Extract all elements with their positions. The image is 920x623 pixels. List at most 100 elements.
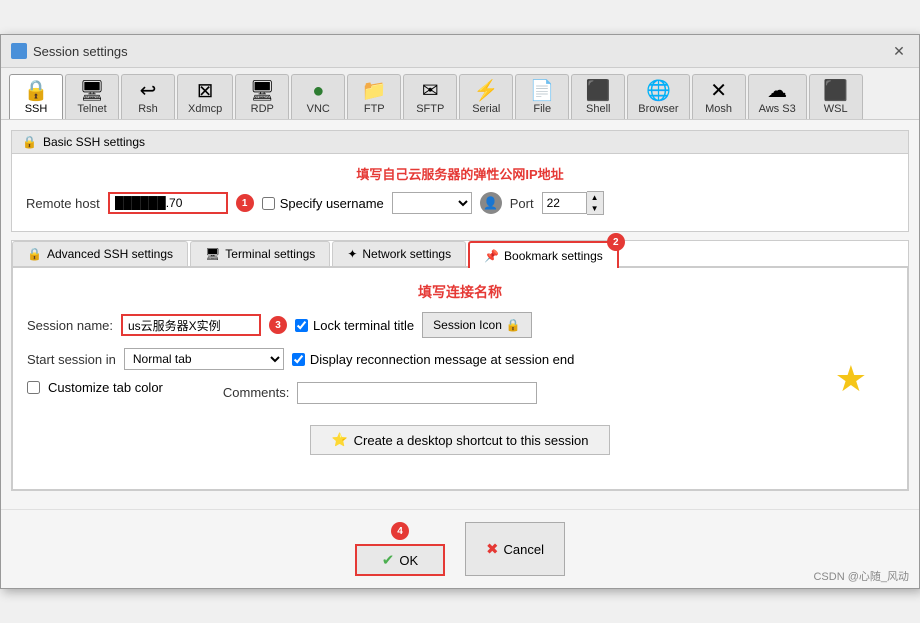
tab-ftp[interactable]: 📁 FTP xyxy=(347,74,401,119)
bookmark-hint: 填写连接名称 xyxy=(27,282,893,302)
tab-wsl[interactable]: ⬛ WSL xyxy=(809,74,863,119)
step2-badge: 2 xyxy=(607,233,625,251)
tab-shell-label: Shell xyxy=(586,103,610,115)
tab-sftp-label: SFTP xyxy=(416,103,444,115)
tab-file-label: File xyxy=(533,103,551,115)
customize-tab-color-label: Customize tab color xyxy=(48,380,163,395)
remote-host-input[interactable] xyxy=(108,192,228,214)
ok-icon: ✔ xyxy=(382,551,395,569)
tab-rsh-label: Rsh xyxy=(138,103,158,115)
tab-rdp-label: RDP xyxy=(251,103,274,115)
ssh-icon: 🔒 xyxy=(24,81,49,101)
tab-telnet-label: Telnet xyxy=(77,103,106,115)
shortcut-button[interactable]: ⭐ Create a desktop shortcut to this sess… xyxy=(310,425,609,455)
tab-terminal[interactable]: 🖥 Terminal settings xyxy=(190,241,330,266)
session-name-input[interactable] xyxy=(121,314,261,336)
protocol-tabs: 🔒 SSH 🖥 Telnet ↩ Rsh ⊠ Xdmcp 🖥 RDP ● VNC… xyxy=(1,68,919,120)
tab-telnet[interactable]: 🖥 Telnet xyxy=(65,74,119,119)
tab-ssh-label: SSH xyxy=(25,103,48,115)
bookmark-icon: 📌 xyxy=(484,249,499,263)
port-decrement-button[interactable]: ▼ xyxy=(587,203,603,214)
customize-tab-color-checkbox[interactable] xyxy=(27,381,40,394)
session-name-row: Session name: 3 Lock terminal title Sess… xyxy=(27,312,893,338)
basic-ssh-content: 填写自己云服务器的弹性公网IP地址 Remote host 1 Specify … xyxy=(12,154,908,231)
tab-mosh-label: Mosh xyxy=(705,103,732,115)
tab-file[interactable]: 📄 File xyxy=(515,74,569,119)
tab-ftp-label: FTP xyxy=(364,103,385,115)
sub-settings-group: 🔒 Advanced SSH settings 🖥 Terminal setti… xyxy=(11,240,909,491)
shortcut-icon: ⭐ xyxy=(331,432,347,448)
tab-awss3[interactable]: ☁ Aws S3 xyxy=(748,74,807,119)
port-increment-button[interactable]: ▲ xyxy=(587,192,603,203)
star-decoration: ★ xyxy=(835,358,867,400)
browser-icon: 🌐 xyxy=(646,81,671,101)
display-reconnection-checkbox[interactable] xyxy=(292,353,305,366)
tab-vnc[interactable]: ● VNC xyxy=(291,74,345,119)
port-spinner-buttons: ▲ ▼ xyxy=(587,191,604,215)
avatar-icon: 👤 xyxy=(480,192,502,214)
session-icon-label: Session Icon xyxy=(433,318,502,332)
tab-sftp[interactable]: ✉ SFTP xyxy=(403,74,457,119)
basic-ssh-hint: 填写自己云服务器的弹性公网IP地址 xyxy=(356,167,563,182)
cancel-button[interactable]: ✖ Cancel xyxy=(465,522,565,576)
mosh-icon: ✕ xyxy=(710,81,727,101)
content-area: 🔒 Basic SSH settings 填写自己云服务器的弹性公网IP地址 R… xyxy=(1,120,919,509)
session-icon-img: 🔒 xyxy=(506,318,521,332)
network-icon: ✦ xyxy=(347,247,357,261)
tab-rsh[interactable]: ↩ Rsh xyxy=(121,74,175,119)
port-label: Port xyxy=(510,196,534,211)
rdp-icon: 🖥 xyxy=(250,81,275,101)
basic-ssh-icon: 🔒 xyxy=(22,135,37,149)
display-reconnection-label: Display reconnection message at session … xyxy=(310,352,574,367)
tab-xdmcp[interactable]: ⊠ Xdmcp xyxy=(177,74,233,119)
tab-xdmcp-label: Xdmcp xyxy=(188,103,222,115)
port-input[interactable] xyxy=(542,192,587,214)
rsh-icon: ↩ xyxy=(140,81,157,101)
file-icon: 📄 xyxy=(530,81,555,101)
tab-bookmark[interactable]: 📌 Bookmark settings 2 xyxy=(468,241,619,268)
watermark: CSDN @心随_风动 xyxy=(813,568,909,584)
tab-network[interactable]: ✦ Network settings xyxy=(332,241,466,266)
tab-serial-label: Serial xyxy=(472,103,500,115)
specify-username-row: Specify username xyxy=(262,196,384,211)
tab-advanced-ssh[interactable]: 🔒 Advanced SSH settings xyxy=(12,241,188,266)
tab-awss3-label: Aws S3 xyxy=(759,103,796,115)
ok-button[interactable]: ✔ OK xyxy=(355,544,445,576)
lock-terminal-checkbox[interactable] xyxy=(295,319,308,332)
basic-ssh-group: 🔒 Basic SSH settings 填写自己云服务器的弹性公网IP地址 R… xyxy=(11,130,909,232)
advanced-ssh-icon: 🔒 xyxy=(27,247,42,261)
start-session-row: Start session in Normal tab Display reco… xyxy=(27,348,893,370)
tab-serial[interactable]: ⚡ Serial xyxy=(459,74,513,119)
start-session-select[interactable]: Normal tab xyxy=(124,348,284,370)
advanced-ssh-label: Advanced SSH settings xyxy=(47,247,173,261)
comments-input[interactable] xyxy=(297,382,537,404)
remote-host-row: Remote host 1 Specify username 👤 Port xyxy=(26,191,894,215)
lock-terminal-row: Lock terminal title xyxy=(295,318,414,333)
customize-row: Customize tab color xyxy=(27,380,163,395)
awss3-icon: ☁ xyxy=(767,81,787,101)
session-settings-window: Session settings ✕ 🔒 SSH 🖥 Telnet ↩ Rsh … xyxy=(0,34,920,589)
tab-vnc-label: VNC xyxy=(307,103,330,115)
specify-username-checkbox[interactable] xyxy=(262,197,275,210)
title-bar: Session settings ✕ xyxy=(1,35,919,68)
start-session-label: Start session in xyxy=(27,352,116,367)
sftp-icon: ✉ xyxy=(422,81,439,101)
tab-browser[interactable]: 🌐 Browser xyxy=(627,74,689,119)
vnc-icon: ● xyxy=(312,81,324,101)
title-bar-title: Session settings xyxy=(11,43,128,59)
tab-browser-label: Browser xyxy=(638,103,678,115)
port-spinner: ▲ ▼ xyxy=(542,191,604,215)
tab-rdp[interactable]: 🖥 RDP xyxy=(235,74,289,119)
shell-icon: ⬛ xyxy=(586,81,611,101)
session-icon-button[interactable]: Session Icon 🔒 xyxy=(422,312,532,338)
step4-badge: 4 xyxy=(391,522,409,540)
tab-mosh[interactable]: ✕ Mosh xyxy=(692,74,746,119)
shortcut-label: Create a desktop shortcut to this sessio… xyxy=(354,433,589,448)
username-select[interactable] xyxy=(392,192,472,214)
tab-ssh[interactable]: 🔒 SSH xyxy=(9,74,63,119)
step3-badge: 3 xyxy=(269,316,287,334)
specify-username-label: Specify username xyxy=(280,196,384,211)
telnet-icon: 🖥 xyxy=(79,81,104,101)
close-button[interactable]: ✕ xyxy=(889,41,909,61)
tab-shell[interactable]: ⬛ Shell xyxy=(571,74,625,119)
